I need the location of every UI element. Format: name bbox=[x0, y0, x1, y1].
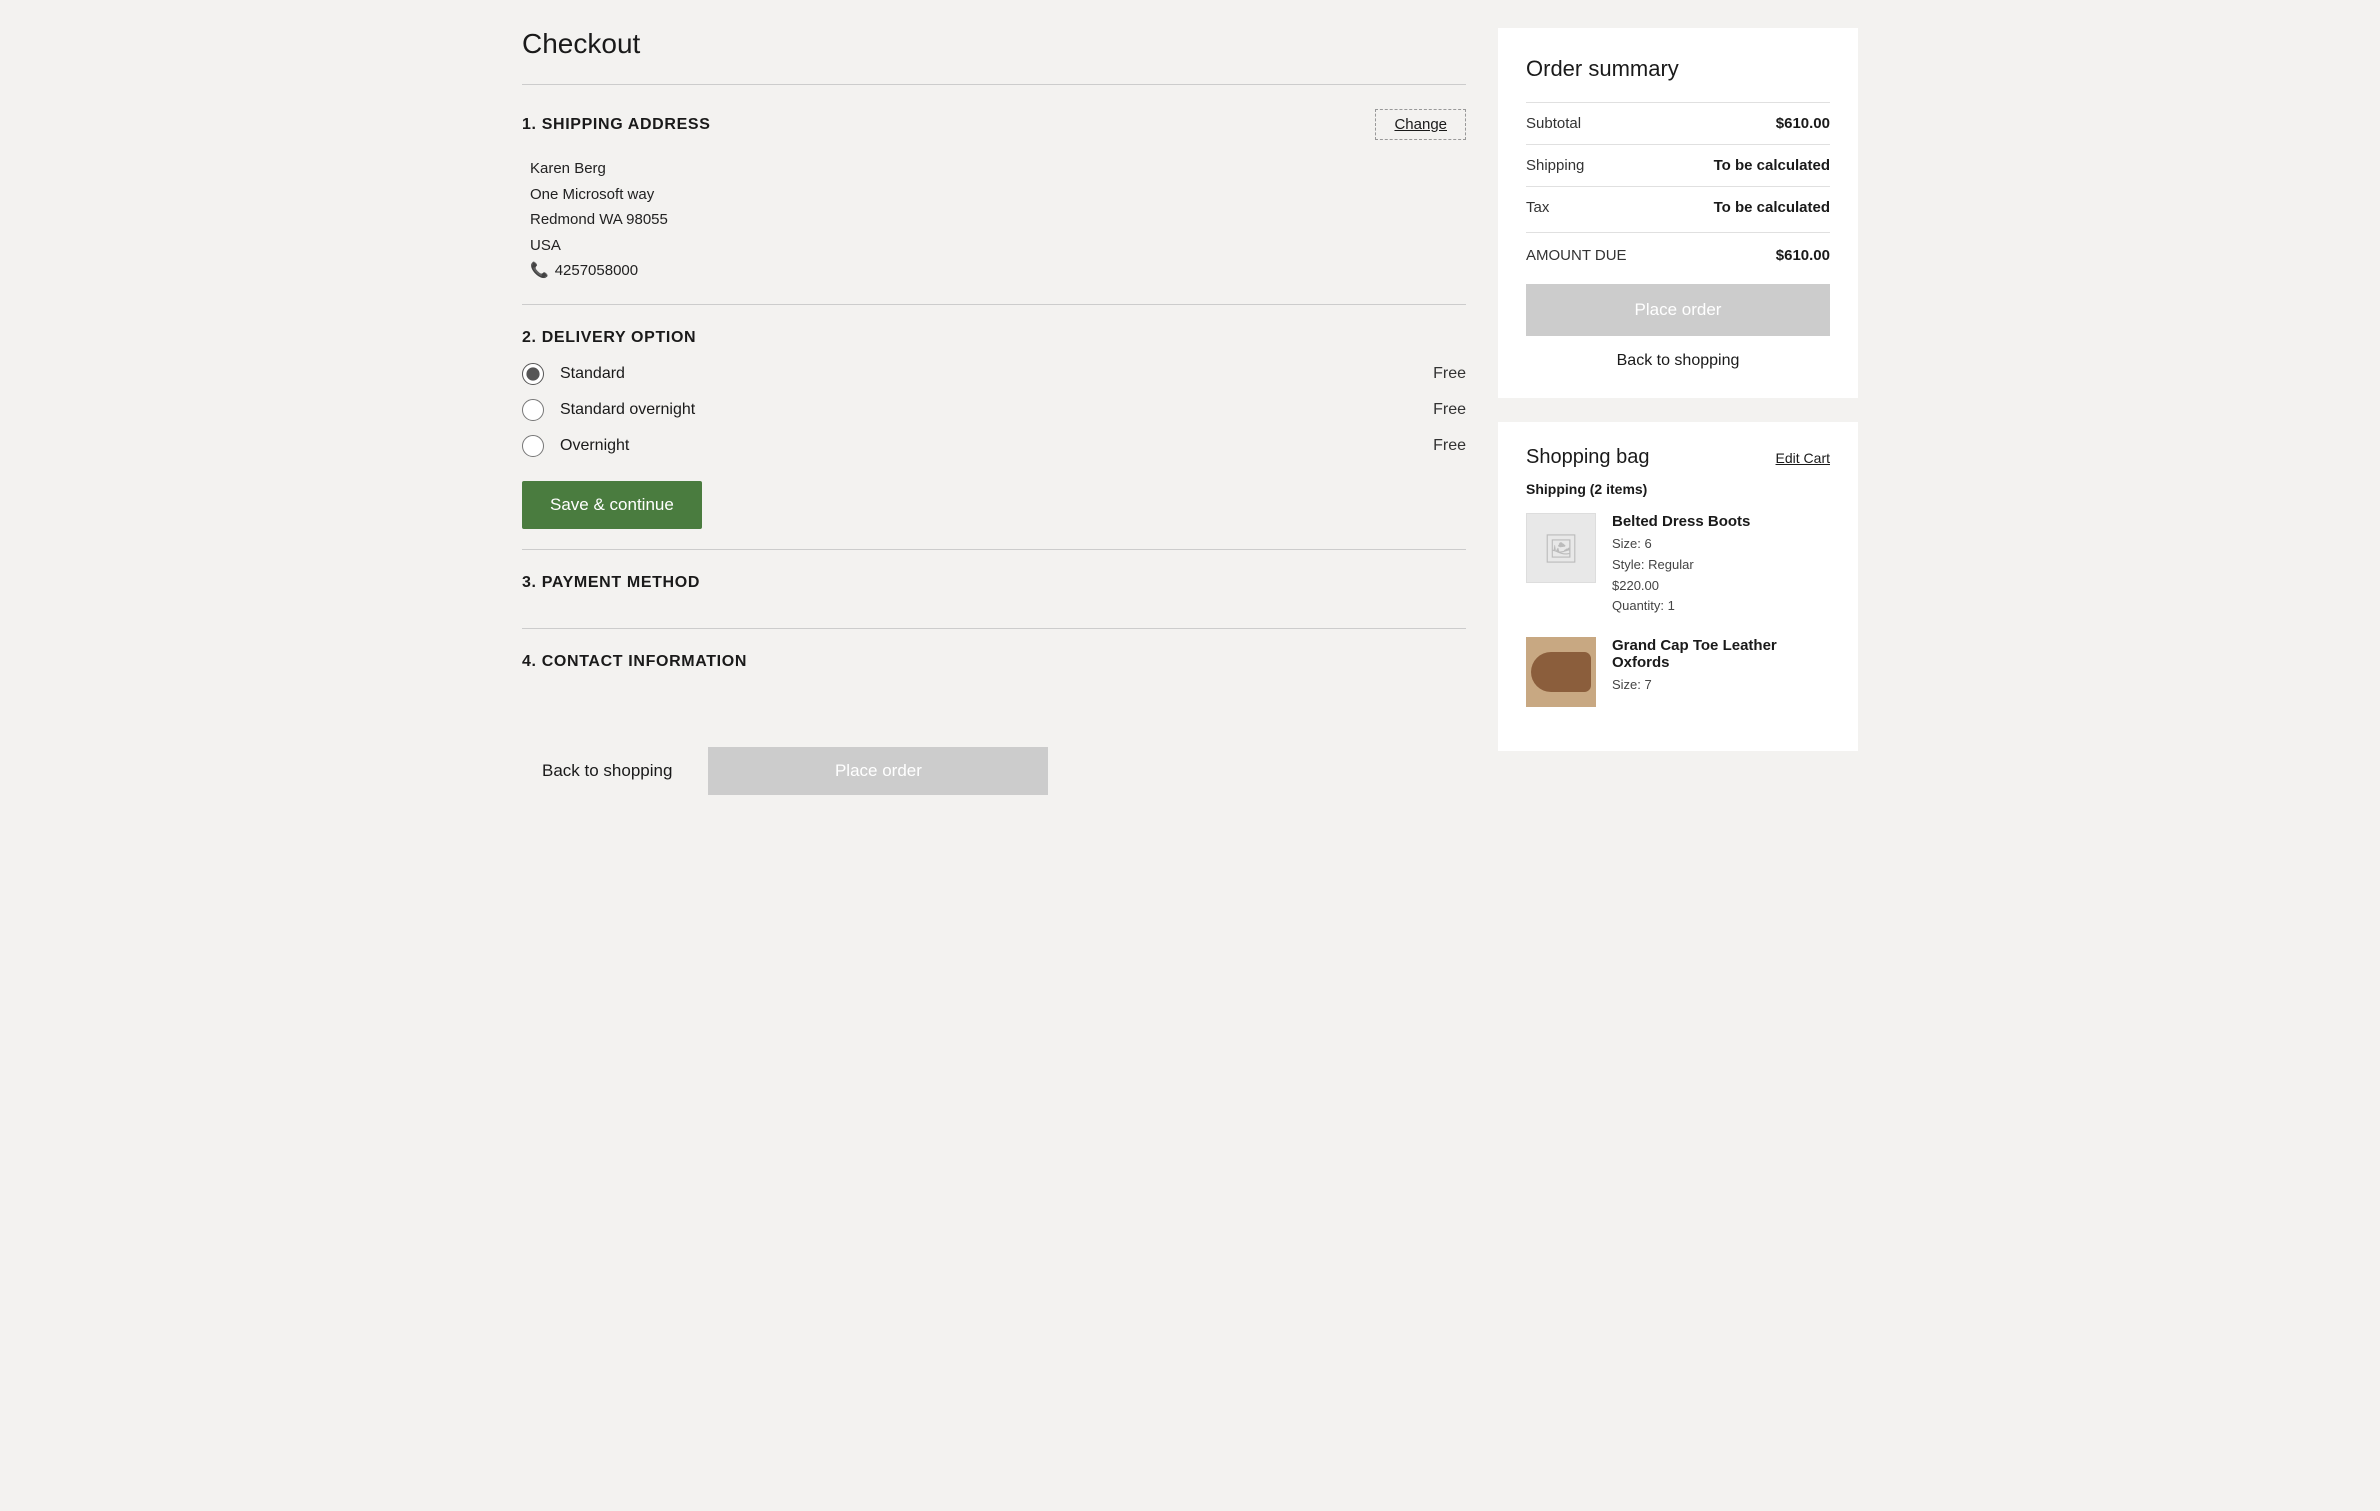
delivery-option-standard-overnight[interactable]: Standard overnight Free bbox=[522, 399, 1466, 421]
delivery-radio-standard-overnight[interactable] bbox=[522, 399, 544, 421]
save-continue-button[interactable]: Save & continue bbox=[522, 481, 702, 529]
payment-method-section: 3. PAYMENT METHOD bbox=[522, 549, 1466, 628]
address-phone-line: 📞 4257058000 bbox=[530, 258, 1466, 284]
tax-label: Tax bbox=[1526, 199, 1549, 216]
cart-item-2-details: Grand Cap Toe Leather Oxfords Size: 7 bbox=[1612, 637, 1830, 696]
delivery-label-overnight: Overnight bbox=[560, 437, 1417, 455]
amount-due-value: $610.00 bbox=[1776, 247, 1830, 264]
change-address-button[interactable]: Change bbox=[1375, 109, 1466, 140]
address-street: One Microsoft way bbox=[530, 182, 1466, 208]
cart-item-1-details: Belted Dress Boots Size: 6 Style: Regula… bbox=[1612, 513, 1830, 617]
summary-row-shipping: Shipping To be calculated bbox=[1526, 144, 1830, 186]
sidebar-column: Order summary Subtotal $610.00 Shipping … bbox=[1498, 28, 1858, 751]
delivery-radio-standard[interactable] bbox=[522, 363, 544, 385]
order-summary-card: Order summary Subtotal $610.00 Shipping … bbox=[1498, 28, 1858, 398]
phone-icon: 📞 bbox=[530, 258, 549, 284]
delivery-label-standard: Standard bbox=[560, 365, 1417, 383]
main-column: Checkout 1. SHIPPING ADDRESS Change Kare… bbox=[522, 28, 1466, 827]
back-to-shopping-button-sidebar[interactable]: Back to shopping bbox=[1526, 348, 1830, 378]
cart-item-2: Grand Cap Toe Leather Oxfords Size: 7 bbox=[1526, 637, 1830, 707]
tax-value: To be calculated bbox=[1714, 199, 1830, 216]
delivery-option-header: 2. DELIVERY OPTION bbox=[522, 329, 1466, 347]
address-block: Karen Berg One Microsoft way Redmond WA … bbox=[522, 156, 1466, 284]
cart-item-1-image-placeholder: 🖼 bbox=[1543, 532, 1579, 565]
shipping-value: To be calculated bbox=[1714, 157, 1830, 174]
amount-due-row: AMOUNT DUE $610.00 bbox=[1526, 232, 1830, 264]
contact-information-section: 4. CONTACT INFORMATION bbox=[522, 628, 1466, 707]
delivery-options-list: Standard Free Standard overnight Free Ov… bbox=[522, 363, 1466, 457]
back-to-shopping-button-bottom[interactable]: Back to shopping bbox=[522, 747, 692, 795]
delivery-price-overnight: Free bbox=[1433, 437, 1466, 455]
address-city: Redmond WA 98055 bbox=[530, 207, 1466, 233]
cart-item-2-image bbox=[1526, 637, 1596, 707]
address-country: USA bbox=[530, 233, 1466, 259]
shipping-label: Shipping bbox=[1526, 157, 1584, 174]
cart-item-1-style: Style: Regular bbox=[1612, 555, 1830, 576]
delivery-option-title: 2. DELIVERY OPTION bbox=[522, 329, 696, 347]
place-order-button-bottom[interactable]: Place order bbox=[708, 747, 1048, 795]
payment-method-title: 3. PAYMENT METHOD bbox=[522, 574, 700, 592]
cart-item-1-size: Size: 6 bbox=[1612, 534, 1830, 555]
bag-title: Shopping bag bbox=[1526, 446, 1649, 469]
subtotal-label: Subtotal bbox=[1526, 115, 1581, 132]
cart-item-1-price: $220.00 bbox=[1612, 576, 1830, 597]
place-order-button-sidebar[interactable]: Place order bbox=[1526, 284, 1830, 336]
summary-row-tax: Tax To be calculated bbox=[1526, 186, 1830, 228]
contact-information-header: 4. CONTACT INFORMATION bbox=[522, 653, 1466, 671]
shipping-address-header: 1. SHIPPING ADDRESS Change bbox=[522, 109, 1466, 140]
shopping-bag-card: Shopping bag Edit Cart Shipping (2 items… bbox=[1498, 422, 1858, 751]
shipping-items-label: Shipping (2 items) bbox=[1526, 481, 1830, 497]
cart-item-1: 🖼 Belted Dress Boots Size: 6 Style: Regu… bbox=[1526, 513, 1830, 617]
delivery-option-standard[interactable]: Standard Free bbox=[522, 363, 1466, 385]
amount-due-label: AMOUNT DUE bbox=[1526, 247, 1627, 264]
shipping-address-section: 1. SHIPPING ADDRESS Change Karen Berg On… bbox=[522, 84, 1466, 304]
delivery-option-overnight[interactable]: Overnight Free bbox=[522, 435, 1466, 457]
subtotal-value: $610.00 bbox=[1776, 115, 1830, 132]
edit-cart-button[interactable]: Edit Cart bbox=[1776, 450, 1830, 466]
cart-item-1-image: 🖼 bbox=[1526, 513, 1596, 583]
cart-item-2-size: Size: 7 bbox=[1612, 675, 1830, 696]
cart-item-2-meta: Size: 7 bbox=[1612, 675, 1830, 696]
shoe-shape bbox=[1531, 652, 1591, 692]
delivery-price-standard: Free bbox=[1433, 365, 1466, 383]
address-name: Karen Berg bbox=[530, 156, 1466, 182]
phone-number: 4257058000 bbox=[555, 258, 638, 284]
page-title: Checkout bbox=[522, 28, 1466, 60]
delivery-price-standard-overnight: Free bbox=[1433, 401, 1466, 419]
cart-item-1-quantity: Quantity: 1 bbox=[1612, 596, 1830, 617]
payment-method-header: 3. PAYMENT METHOD bbox=[522, 574, 1466, 592]
bottom-actions: Back to shopping Place order bbox=[522, 747, 1466, 827]
cart-item-1-name: Belted Dress Boots bbox=[1612, 513, 1830, 530]
delivery-radio-overnight[interactable] bbox=[522, 435, 544, 457]
summary-row-subtotal: Subtotal $610.00 bbox=[1526, 102, 1830, 144]
delivery-option-section: 2. DELIVERY OPTION Standard Free Standar… bbox=[522, 304, 1466, 549]
shipping-address-title: 1. SHIPPING ADDRESS bbox=[522, 116, 711, 134]
contact-information-title: 4. CONTACT INFORMATION bbox=[522, 653, 747, 671]
cart-item-1-meta: Size: 6 Style: Regular $220.00 Quantity:… bbox=[1612, 534, 1830, 617]
delivery-label-standard-overnight: Standard overnight bbox=[560, 401, 1417, 419]
cart-item-2-name: Grand Cap Toe Leather Oxfords bbox=[1612, 637, 1830, 671]
bag-header: Shopping bag Edit Cart bbox=[1526, 446, 1830, 469]
order-summary-title: Order summary bbox=[1526, 56, 1830, 82]
